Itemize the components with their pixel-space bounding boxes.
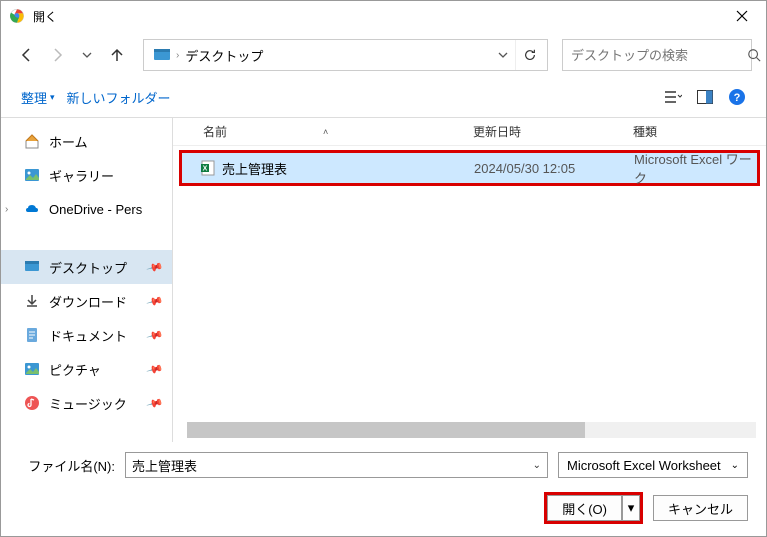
sidebar-item-downloads[interactable]: ダウンロード 📌 [1,284,172,318]
open-button[interactable]: 開く(O) [547,495,622,521]
open-dialog: 開く › デスクトップ 整理▾ 新しいフォルダー ? [0,0,767,537]
cancel-button[interactable]: キャンセル [653,495,748,521]
preview-pane-button[interactable] [690,83,720,111]
music-icon [23,394,41,412]
sidebar-label: ホーム [49,132,88,151]
sidebar-item-home[interactable]: ホーム [1,124,172,158]
organize-menu[interactable]: 整理▾ [15,84,61,111]
sort-icon: ˄ [323,127,328,137]
sidebar: ホーム ギャラリー › OneDrive - Pers デスクトップ 📌 ダウン… [1,118,173,442]
onedrive-icon [23,200,41,218]
filename-value: 売上管理表 [132,456,197,475]
sidebar-label: OneDrive - Pers [49,202,142,217]
sidebar-item-desktop[interactable]: デスクトップ 📌 [1,250,172,284]
bottom-panel: ファイル名(N): 売上管理表 ⌄ Microsoft Excel Worksh… [1,442,766,536]
filename-label: ファイル名(N): [19,456,115,475]
home-icon [23,132,41,150]
column-type[interactable]: 種類 [633,123,766,140]
titlebar: 開く [1,1,766,31]
column-date[interactable]: 更新日時 [473,123,633,140]
pin-icon: 📌 [146,394,164,412]
address-dropdown[interactable] [491,49,515,61]
toolbar: 整理▾ 新しいフォルダー ? [1,79,766,118]
forward-button[interactable] [45,43,69,67]
file-type: Microsoft Excel ワーク [634,149,757,187]
sidebar-label: ドキュメント [49,326,127,345]
view-menu[interactable] [658,83,688,111]
close-button[interactable] [720,2,764,30]
chevron-down-icon[interactable]: ⌄ [533,460,541,471]
pin-icon: 📌 [146,258,164,276]
sidebar-label: ピクチャ [49,360,101,379]
sidebar-item-gallery[interactable]: ギャラリー [1,158,172,192]
sidebar-item-documents[interactable]: ドキュメント 📌 [1,318,172,352]
file-date: 2024/05/30 12:05 [474,161,634,176]
recent-dropdown[interactable] [75,43,99,67]
highlight-annotation: X 売上管理表 2024/05/30 12:05 Microsoft Excel… [179,150,760,186]
svg-text:?: ? [734,92,741,104]
dialog-title: 開く [33,8,720,25]
nav-row: › デスクトップ [1,31,766,79]
body-area: ホーム ギャラリー › OneDrive - Pers デスクトップ 📌 ダウン… [1,118,766,442]
pin-icon: 📌 [146,326,164,344]
filename-input[interactable]: 売上管理表 ⌄ [125,452,548,478]
pin-icon: 📌 [146,360,164,378]
search-box[interactable] [562,39,752,71]
desktop-folder-icon [152,45,172,65]
scrollbar-thumb[interactable] [187,422,585,438]
sidebar-label: ミュージック [49,394,127,413]
pin-icon: 📌 [146,292,164,310]
refresh-button[interactable] [515,40,543,70]
filter-value: Microsoft Excel Worksheet [567,458,721,473]
back-button[interactable] [15,43,39,67]
column-name[interactable]: 名前˄ [173,123,473,140]
expand-icon[interactable]: › [5,204,8,215]
new-folder-button[interactable]: 新しいフォルダー [61,84,177,111]
search-input[interactable] [571,48,747,63]
column-headers: 名前˄ 更新日時 種類 [173,118,766,146]
sidebar-item-pictures[interactable]: ピクチャ 📌 [1,352,172,386]
chevron-down-icon[interactable]: ⌄ [731,460,739,471]
excel-icon: X [200,160,216,176]
gallery-icon [23,166,41,184]
file-list[interactable]: X 売上管理表 2024/05/30 12:05 Microsoft Excel… [173,146,766,416]
file-pane: 名前˄ 更新日時 種類 X 売上管理表 2024/05/30 12:05 Mic… [173,118,766,442]
downloads-icon [23,292,41,310]
sidebar-item-onedrive[interactable]: › OneDrive - Pers [1,192,172,226]
sidebar-label: デスクトップ [49,258,127,277]
documents-icon [23,326,41,344]
open-dropdown[interactable]: ▾ [622,495,640,521]
desktop-icon [23,258,41,276]
highlight-annotation: 開く(O) ▾ [544,492,643,524]
address-bar[interactable]: › デスクトップ [143,39,548,71]
file-row[interactable]: X 売上管理表 2024/05/30 12:05 Microsoft Excel… [182,153,757,183]
file-name: 売上管理表 [222,159,287,178]
sidebar-label: ギャラリー [49,166,114,185]
horizontal-scrollbar[interactable] [187,422,756,438]
help-button[interactable]: ? [722,83,752,111]
sidebar-label: ダウンロード [49,292,127,311]
chrome-icon [9,8,25,24]
up-button[interactable] [105,43,129,67]
search-icon [747,48,761,62]
svg-text:X: X [203,166,208,173]
breadcrumb[interactable]: デスクトップ [179,46,269,65]
file-type-filter[interactable]: Microsoft Excel Worksheet ⌄ [558,452,748,478]
sidebar-item-music[interactable]: ミュージック 📌 [1,386,172,420]
pictures-icon [23,360,41,378]
